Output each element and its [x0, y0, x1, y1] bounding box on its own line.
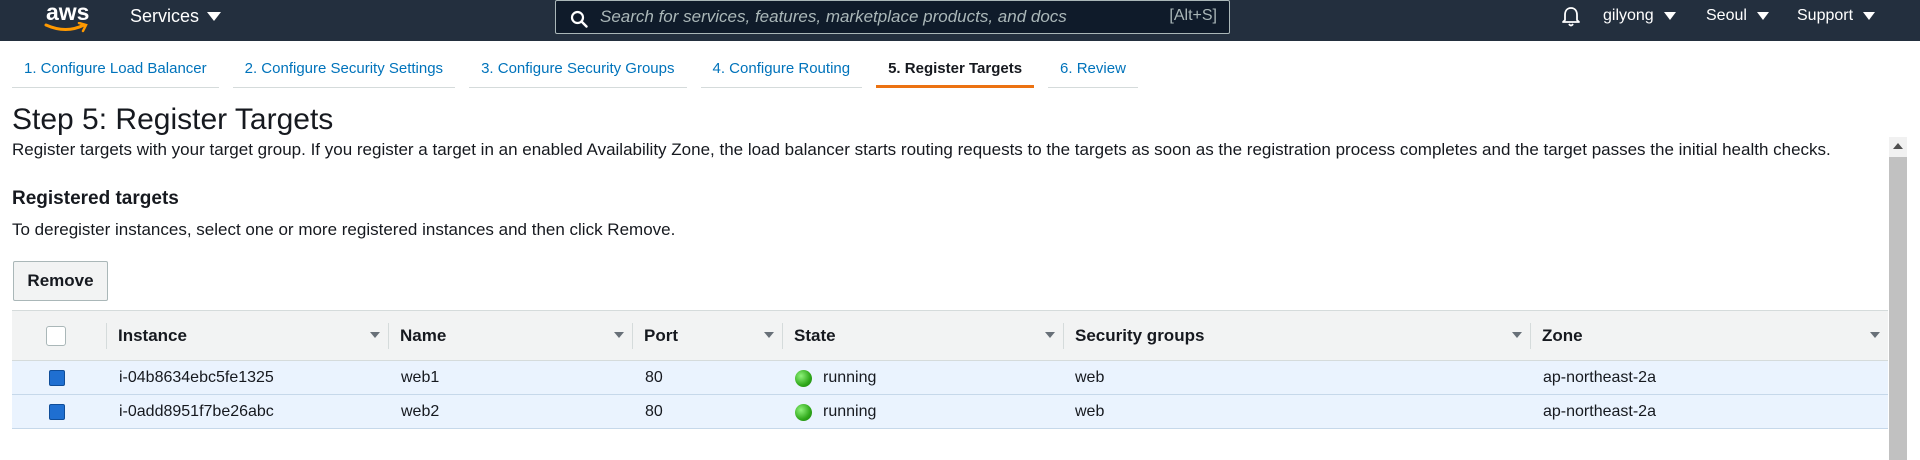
sort-caret-icon [1045, 332, 1055, 338]
row-checkbox[interactable] [49, 370, 65, 386]
column-header-label: Name [400, 326, 447, 345]
instance-state: running [823, 403, 877, 420]
column-header-zone[interactable]: Zone [1530, 311, 1888, 360]
sort-caret-icon [764, 332, 774, 338]
tab-configure-security-groups[interactable]: 3. Configure Security Groups [469, 56, 687, 88]
caret-down-icon [1663, 12, 1676, 20]
instance-state: running [823, 369, 877, 386]
availability-zone: ap-northeast-2a [1543, 403, 1656, 420]
sort-caret-icon [614, 332, 624, 338]
column-header-label: Zone [1542, 326, 1583, 345]
column-header-label: State [794, 326, 836, 345]
services-menu[interactable]: Services [130, 6, 222, 27]
column-header-label: Port [644, 326, 678, 345]
column-divider [782, 323, 783, 349]
region-label: Seoul [1706, 7, 1747, 24]
running-status-icon [795, 370, 812, 387]
tab-review[interactable]: 6. Review [1048, 56, 1138, 88]
scroll-up-arrow-icon [1893, 143, 1903, 149]
column-header-security-groups[interactable]: Security groups [1063, 311, 1530, 360]
column-divider [106, 323, 107, 349]
bell-icon[interactable] [1561, 6, 1581, 28]
search-box[interactable]: [Alt+S] [555, 0, 1230, 34]
search-icon [570, 10, 588, 28]
select-all-checkbox[interactable] [46, 326, 66, 346]
caret-down-icon [1863, 12, 1876, 20]
services-label: Services [130, 6, 200, 26]
table-header: Instance Name Port State Security groups… [12, 310, 1888, 361]
instance-name: web2 [401, 403, 440, 420]
top-navigation-bar: aws Services [Alt+S] gilyong Seoul Suppo… [0, 0, 1920, 41]
tab-register-targets[interactable]: 5. Register Targets [876, 56, 1035, 88]
table-row[interactable]: i-04b8634ebc5fe1325 web1 80 running web … [12, 361, 1888, 395]
instance-port: 80 [645, 369, 663, 386]
support-menu[interactable]: Support [1797, 7, 1876, 25]
running-status-icon [795, 404, 812, 421]
aws-smile-icon [44, 22, 88, 33]
table-row[interactable]: i-0add8951f7be26abc web2 80 running web … [12, 395, 1888, 429]
column-header-state[interactable]: State [782, 311, 1063, 360]
wizard-steps: 1. Configure Load Balancer 2. Configure … [12, 56, 1152, 88]
security-groups: web [1075, 403, 1105, 420]
column-divider [1530, 323, 1531, 349]
caret-down-icon [207, 12, 222, 21]
column-header-port[interactable]: Port [632, 311, 782, 360]
instance-name: web1 [401, 369, 440, 386]
instance-id: i-0add8951f7be26abc [119, 403, 274, 420]
vertical-scrollbar[interactable] [1889, 137, 1907, 460]
section-title: Registered targets [12, 188, 179, 209]
row-checkbox[interactable] [49, 404, 65, 420]
column-header-instance[interactable]: Instance [106, 311, 388, 360]
account-label: gilyong [1603, 7, 1654, 24]
instance-port: 80 [645, 403, 663, 420]
section-description: To deregister instances, select one or m… [12, 220, 676, 239]
security-groups: web [1075, 369, 1105, 386]
availability-zone: ap-northeast-2a [1543, 369, 1656, 386]
support-label: Support [1797, 7, 1854, 24]
search-shortcut-hint: [Alt+S] [1169, 7, 1217, 24]
caret-down-icon [1756, 12, 1769, 20]
aws-logo[interactable]: aws [44, 0, 90, 34]
search-input[interactable] [600, 3, 1140, 31]
sort-caret-icon [1870, 332, 1880, 338]
instance-id: i-04b8634ebc5fe1325 [119, 369, 274, 386]
column-divider [632, 323, 633, 349]
page-title: Step 5: Register Targets [12, 103, 334, 136]
column-header-name[interactable]: Name [388, 311, 632, 360]
remove-button[interactable]: Remove [13, 261, 108, 301]
sort-caret-icon [1512, 332, 1522, 338]
tab-configure-security-settings[interactable]: 2. Configure Security Settings [232, 56, 456, 88]
region-menu[interactable]: Seoul [1706, 7, 1769, 25]
column-divider [388, 323, 389, 349]
column-header-label: Security groups [1075, 326, 1205, 345]
tab-configure-routing[interactable]: 4. Configure Routing [700, 56, 863, 88]
account-menu[interactable]: gilyong [1603, 7, 1676, 25]
sort-caret-icon [370, 332, 380, 338]
tab-configure-load-balancer[interactable]: 1. Configure Load Balancer [12, 56, 219, 88]
page-description: Register targets with your target group.… [12, 140, 1831, 159]
column-divider [1063, 323, 1064, 349]
column-header-label: Instance [118, 326, 187, 345]
